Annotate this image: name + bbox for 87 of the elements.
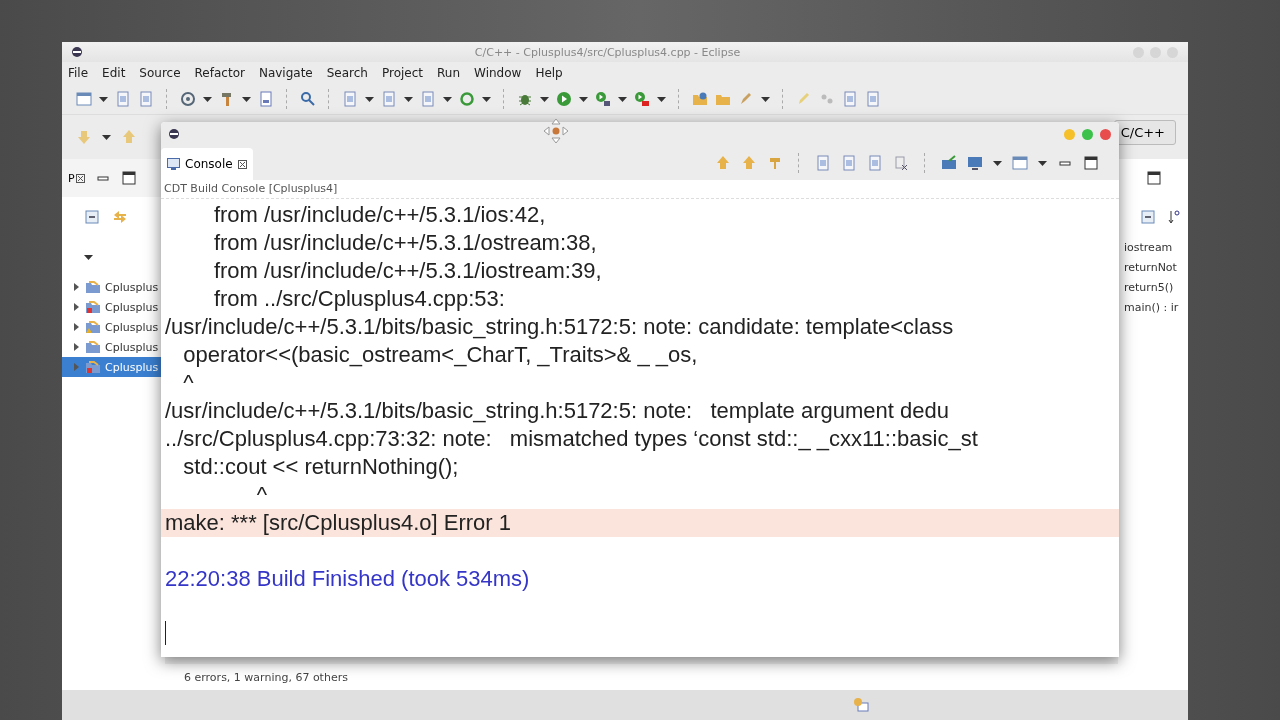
expand-arrow-icon[interactable] [74,343,79,351]
console-line: from /usr/include/c++/5.3.1/iostream:39, [212,257,603,285]
console-line: from ../src/Cplusplus4.cpp:53: [212,285,506,313]
caret-icon[interactable] [657,96,666,102]
run-icon[interactable] [556,91,572,107]
outline-item[interactable]: return5() [1118,277,1188,297]
expand-arrow-icon[interactable] [74,283,79,291]
menu-item[interactable]: Navigate [258,66,313,80]
binary-file-icon[interactable] [258,91,274,107]
console-line: ^ [255,481,268,509]
close-icon[interactable] [75,173,85,183]
menu-item[interactable]: Edit [102,66,126,80]
monitor-icon[interactable] [967,155,983,171]
perspective-button[interactable]: C/C++ [1113,119,1176,145]
console-line: ^ [182,369,195,397]
caret-icon[interactable] [84,254,93,260]
caret-icon[interactable] [404,96,413,102]
caret-icon[interactable] [540,96,549,102]
new-window-icon[interactable] [76,91,92,107]
expand-arrow-icon[interactable] [74,323,79,331]
close-button[interactable] [1100,128,1111,140]
clear-icon[interactable] [893,155,909,171]
maximize-icon[interactable] [1083,155,1099,171]
console-line: ../src/Cplusplus4.cpp:73:32: note: mismatched types ‘const std::_ _cxx11::basic_st [164,425,979,453]
run-list-icon[interactable] [595,91,611,107]
sort-icon[interactable] [1166,209,1182,225]
app-icon [169,129,179,139]
project-icon [86,340,101,354]
error-project-icon [86,300,101,314]
outline-item[interactable]: iostream [1118,237,1188,257]
outline-item[interactable]: main() : ir [1118,297,1188,317]
caret-icon[interactable] [203,96,212,102]
caret-icon[interactable] [443,96,452,102]
outline-item[interactable]: returnNot [1118,257,1188,277]
expand-arrow-icon[interactable] [74,303,79,311]
menu-item[interactable]: File [68,66,89,80]
run-stop-icon[interactable] [634,91,650,107]
caret-icon[interactable] [761,96,770,102]
console-line: from /usr/include/c++/5.3.1/ostream:38, [212,229,598,257]
menu-item[interactable]: Project [381,66,424,80]
collapse-icon[interactable] [84,209,100,225]
console-line: /usr/include/c++/5.3.1/bits/basic_string.h:5172:5: note: candidate: template<class [164,313,955,341]
console-name: CDT Build Console [Cplusplus4] [163,181,339,197]
console-line: from /usr/include/c++/5.3.1/ios:42, [212,201,547,229]
console-tab[interactable]: Console [161,148,253,180]
app-icon [72,47,82,57]
caret-icon[interactable] [1038,160,1047,166]
menu-item[interactable]: Source [139,66,181,80]
error-project-icon [86,360,101,374]
close-icon[interactable] [237,159,247,169]
menu-item[interactable]: Window [474,66,522,80]
window-title: C/C++ - Cplusplus4/src/Cplusplus4.cpp - Eclipse [473,45,742,59]
caret-icon[interactable] [102,134,111,140]
tree-item[interactable]: Cplusplus [62,317,165,337]
collapse-icon[interactable] [1140,209,1156,225]
maximize-button[interactable] [1082,128,1093,140]
maximize-icon[interactable] [1146,170,1162,186]
console-icon [167,158,180,170]
maximize-icon[interactable] [120,170,137,186]
caret-icon[interactable] [365,96,374,102]
caret-icon[interactable] [579,96,588,102]
console-line: std::cout << returnNothing(); [182,453,460,481]
monitor-icon[interactable] [941,155,957,171]
caret-icon[interactable] [482,96,491,102]
project-icon [86,280,101,294]
caret-icon[interactable] [618,96,627,102]
tree-item[interactable]: Cplusplus [62,297,165,317]
fast-view-icon[interactable] [853,697,869,713]
window-icon[interactable] [1012,155,1028,171]
warning-project-icon [86,320,101,334]
search-icon[interactable] [300,91,316,107]
console-line: 22:20:38 Build Finished (took 534ms) [164,565,531,593]
problems-summary: 6 errors, 1 warning, 67 others [184,670,348,684]
console-line: operator<<(basic_ostream<_CharT, _Traits>& _ _os, [182,341,699,369]
project-explorer-tab[interactable]: P [68,171,85,185]
menu-item[interactable]: Run [437,66,461,80]
tree-item[interactable]: Cplusplus [62,277,165,297]
caret-icon[interactable] [99,96,108,102]
open-folder-icon[interactable] [692,91,708,107]
menu-item[interactable]: Search [326,66,368,80]
menu-item[interactable]: Help [535,66,563,80]
caret-icon[interactable] [993,160,1002,166]
move-icon[interactable] [543,118,569,144]
menu-item[interactable]: Refactor [194,66,245,80]
console-line: /usr/include/c++/5.3.1/bits/basic_string.h:5172:5: note: template argument dedu [164,397,950,425]
tree-item[interactable]: Cplusplus [62,337,165,357]
caret-icon[interactable] [242,96,251,102]
